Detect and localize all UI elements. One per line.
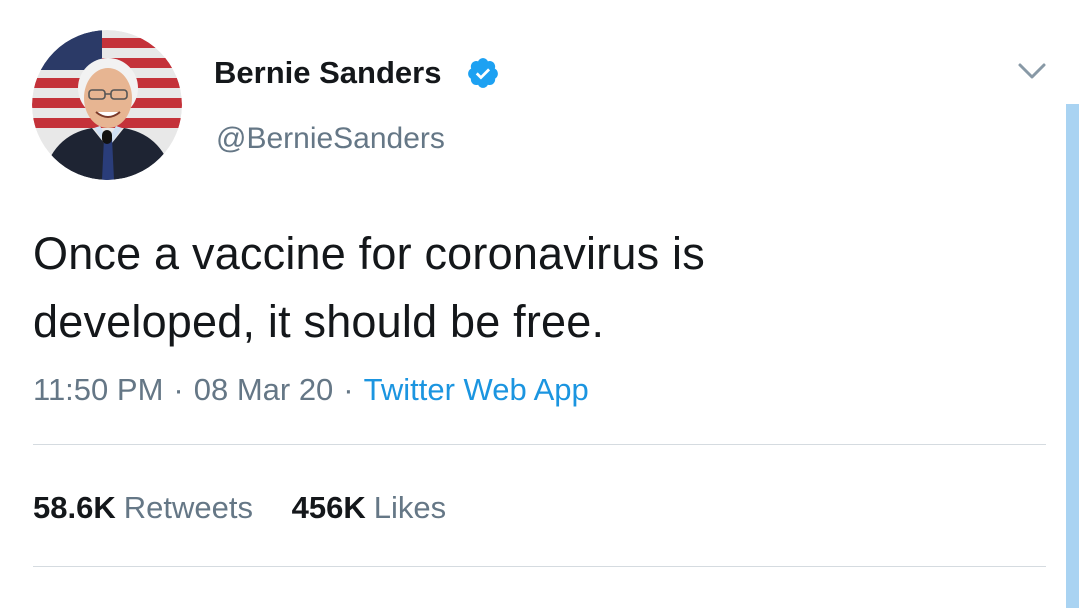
author-handle[interactable]: @BernieSanders: [216, 120, 445, 158]
divider: [33, 444, 1046, 445]
tweet-time[interactable]: 11:50 PM: [33, 372, 163, 407]
retweets-count: 58.6K: [33, 490, 116, 525]
tweet-source-link[interactable]: Twitter Web App: [364, 372, 589, 407]
divider: [33, 566, 1046, 567]
verified-badge-icon: [466, 56, 500, 90]
tweet-text: Once a vaccine for coronavirus is develo…: [33, 228, 705, 347]
retweets-stat[interactable]: 58.6K Retweets: [33, 488, 253, 528]
tweet-date[interactable]: 08 Mar 20: [194, 372, 334, 407]
meta-separator: ·: [343, 372, 354, 407]
scrollbar[interactable]: [1066, 104, 1079, 608]
chevron-down-icon[interactable]: [1012, 55, 1052, 85]
avatar[interactable]: [32, 30, 182, 180]
avatar-image: [32, 30, 182, 180]
retweets-label: Retweets: [123, 490, 253, 525]
likes-label: Likes: [373, 490, 447, 525]
author-display-name[interactable]: Bernie Sanders: [214, 54, 441, 92]
tweet-stats: 58.6K Retweets 456K Likes: [33, 488, 446, 528]
likes-stat[interactable]: 456K Likes: [292, 488, 446, 528]
likes-count: 456K: [291, 490, 366, 525]
tweet-detail: Bernie Sanders @BernieSanders Once a vac…: [0, 0, 1079, 608]
tweet-meta: 11:50 PM · 08 Mar 20 · Twitter Web App: [33, 370, 589, 410]
meta-separator: ·: [173, 372, 184, 407]
